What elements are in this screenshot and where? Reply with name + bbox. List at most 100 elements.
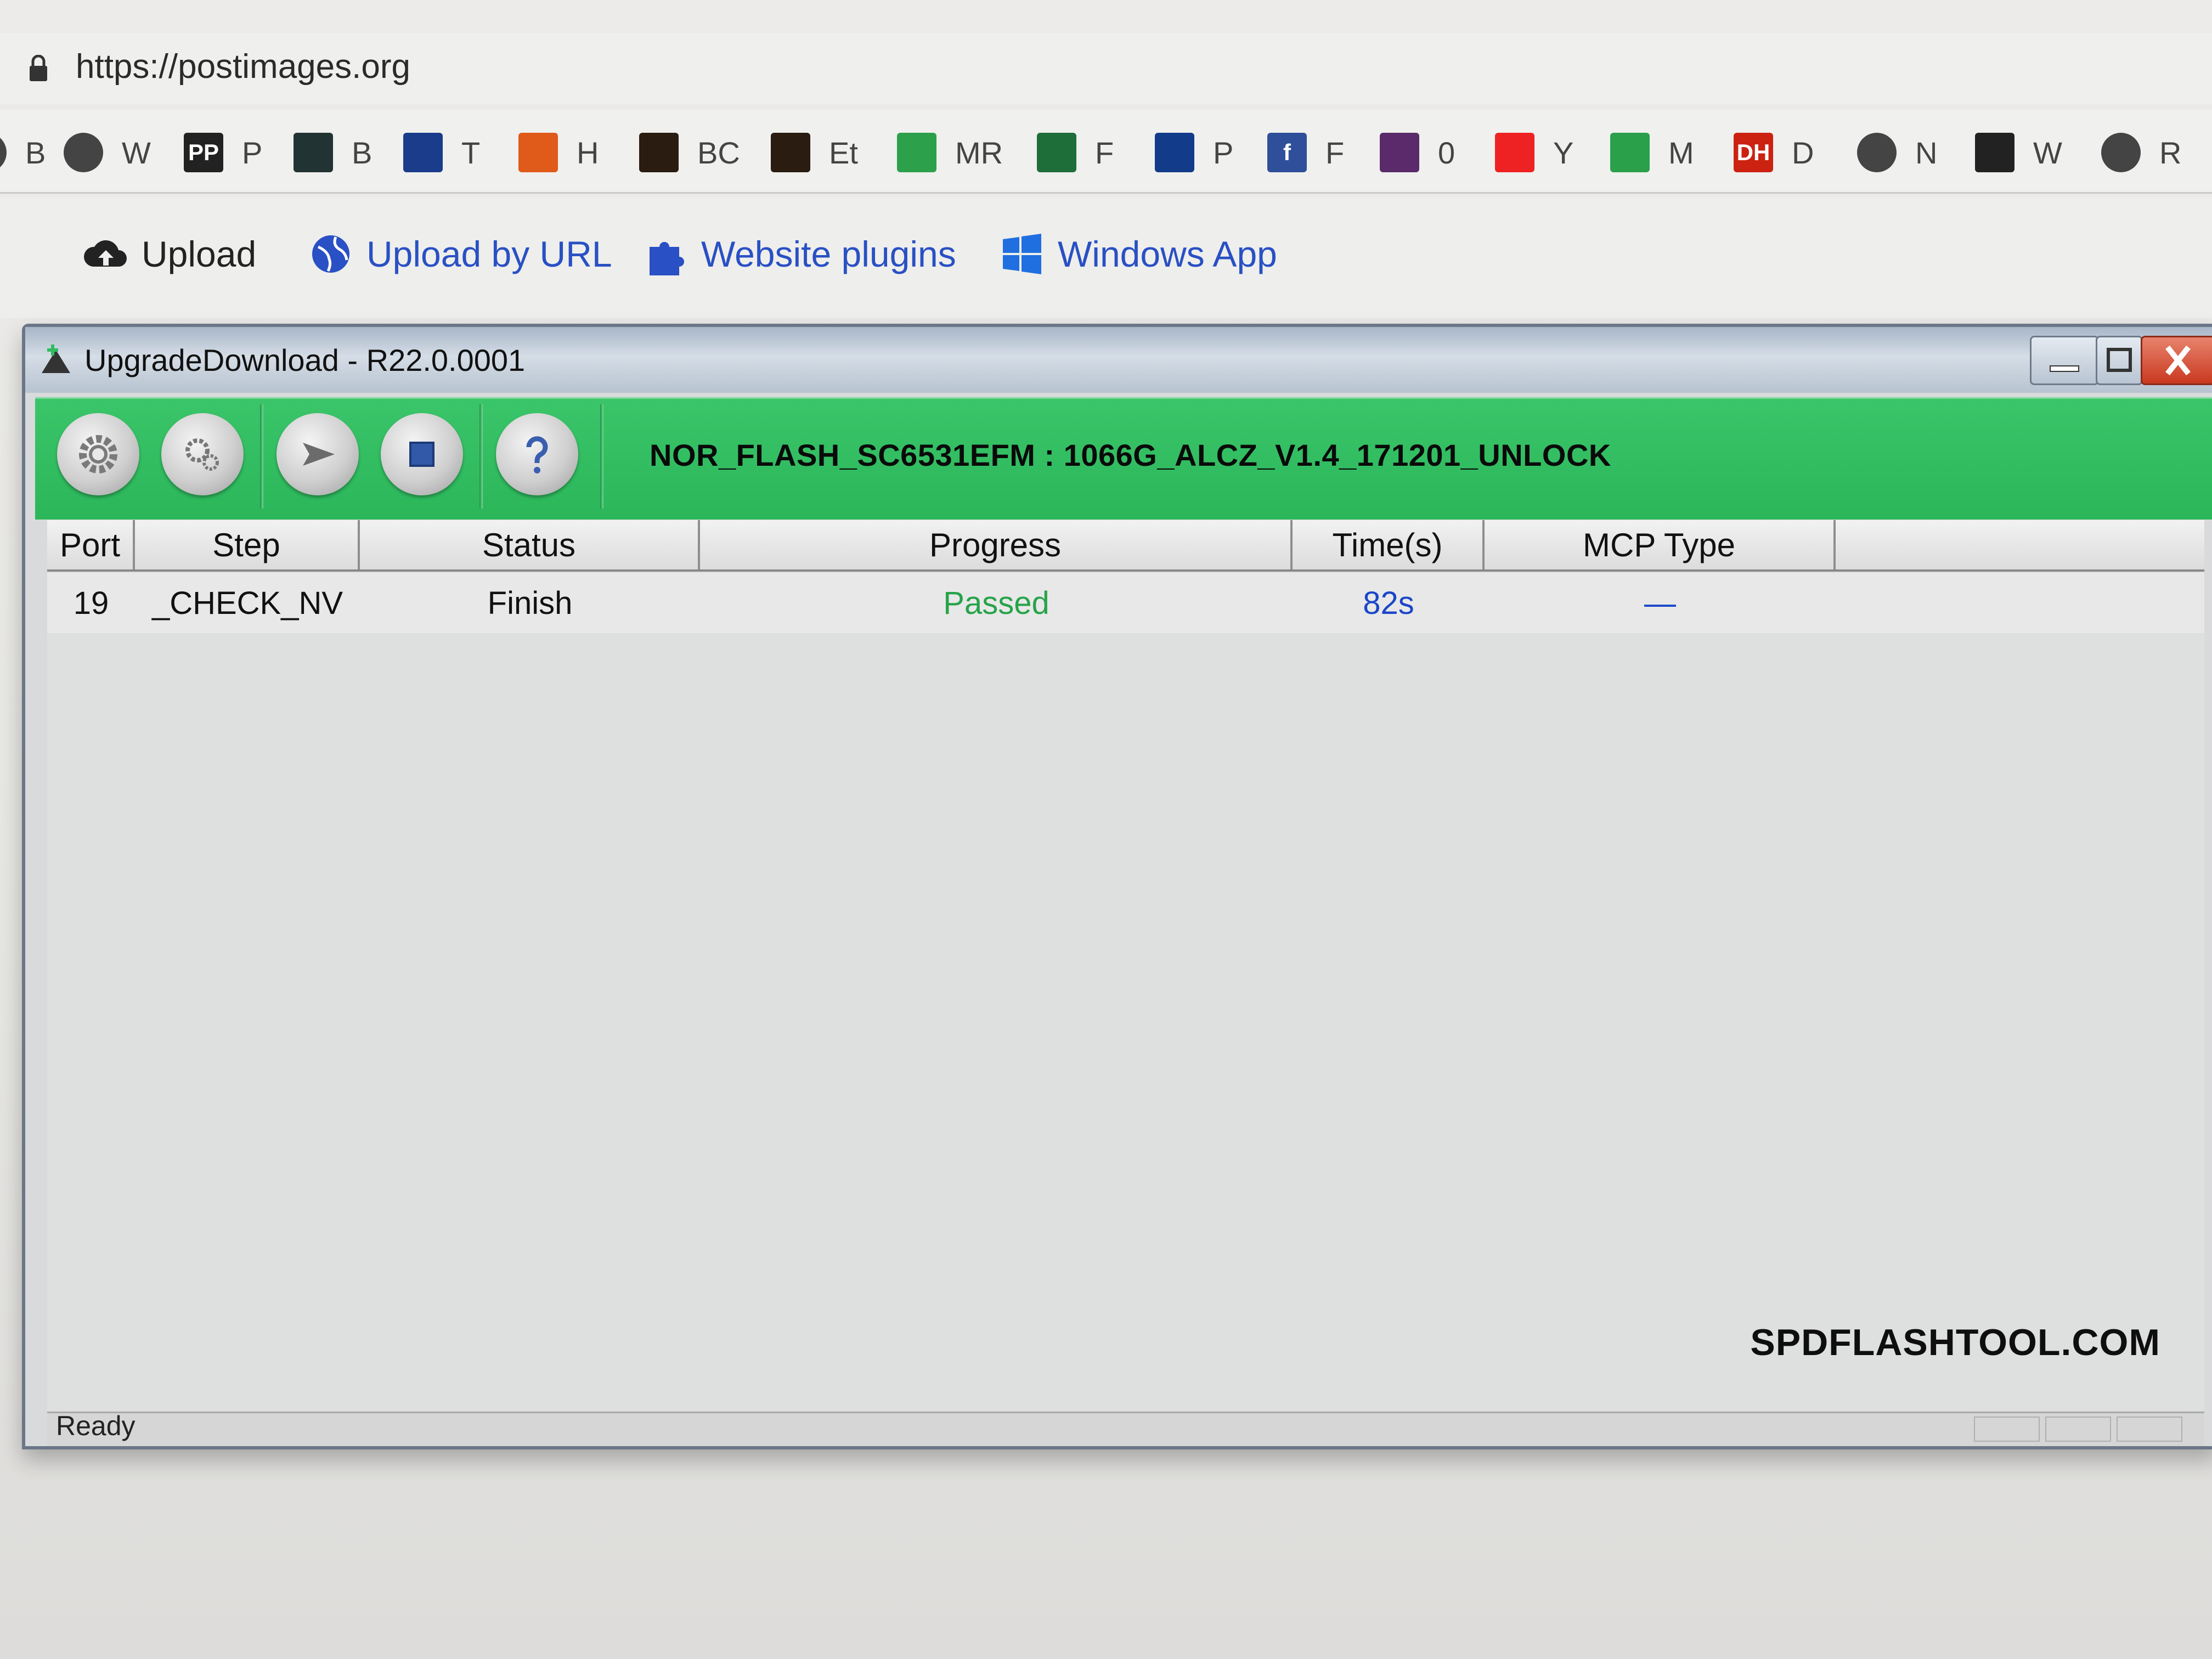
column-header-mcp-type[interactable]: MCP Type (1485, 520, 1836, 569)
settings-button[interactable] (57, 413, 139, 495)
bookmark-label: Et (829, 135, 858, 170)
cloud-upload-icon (83, 240, 127, 267)
bookmark-item[interactable]: R (2101, 131, 2181, 174)
toolbar-separator (479, 404, 483, 509)
column-header-status[interactable]: Status (360, 520, 700, 569)
screen: https://postimages.org B W PP P B T H BC Et MR F Pf… (0, 0, 2212, 1659)
bookmark-item[interactable]: W (1975, 131, 2062, 174)
dh-icon: DH (1734, 133, 1773, 172)
bookmark-item[interactable]: MR (897, 131, 1003, 174)
toolbar-separator (260, 404, 263, 509)
nav-upload[interactable]: Upload (82, 230, 256, 278)
globe-link-icon (312, 235, 349, 273)
tool-grid-icon (771, 133, 810, 172)
bookmark-item[interactable]: PP P (184, 131, 262, 174)
phone-circle-icon (1380, 133, 1419, 172)
upgrade-download-window: UpgradeDownload - R22.0.0001 NOR_FLASH_S… (22, 324, 2212, 1449)
bookmark-item[interactable]: T (403, 131, 480, 174)
column-header-port[interactable]: Port (47, 520, 135, 569)
maximize-icon (2107, 348, 2132, 372)
bookmark-item[interactable]: 0 (1380, 131, 1455, 174)
column-header-step[interactable]: Step (135, 520, 360, 569)
bookmark-item[interactable]: Y (1495, 131, 1573, 174)
toolbar: NOR_FLASH_SC6531EFM : 1066G_ALCZ_V1.4_17… (35, 397, 2212, 520)
cell-time: 82s (1363, 585, 1414, 621)
start-button[interactable] (276, 413, 359, 495)
port-status-grid: Port Step Status Progress Time(s) MCP Ty… (47, 520, 2204, 1413)
bookmark-label: MR (955, 135, 1003, 170)
bookmark-item[interactable]: DH D (1734, 131, 1814, 174)
nav-upload-by-url-label: Upload by URL (366, 234, 612, 274)
toolbar-separator (600, 404, 603, 509)
nav-windows-app[interactable]: Windows App (998, 230, 1277, 278)
options-button[interactable] (161, 413, 244, 495)
nav-upload-label: Upload (142, 234, 257, 274)
bookmark-label: B (25, 135, 46, 170)
column-header-time[interactable]: Time(s) (1293, 520, 1485, 569)
column-header-progress[interactable]: Progress (700, 520, 1293, 569)
bookmark-item[interactable]: Et (771, 131, 858, 174)
cell-port: 19 (73, 585, 109, 621)
bookmark-item[interactable]: B (0, 131, 46, 174)
window-title: UpgradeDownload - R22.0.0001 (84, 343, 526, 377)
bookmark-item[interactable]: P (1155, 131, 1233, 174)
bookmark-label: Y (1553, 135, 1574, 170)
gears-icon (185, 438, 219, 471)
bookmarks-bar: B W PP P B T H BC Et MR F Pf F 0 Y M DH D N W R (0, 110, 2212, 194)
stop-icon (409, 442, 435, 467)
cell-status: Finish (487, 585, 573, 621)
bookmark-item[interactable]: N (1857, 131, 1937, 174)
status-pane (2117, 1417, 2182, 1442)
bookmark-item[interactable]: M (1610, 131, 1694, 174)
flash-config-info: NOR_FLASH_SC6531EFM : 1066G_ALCZ_V1.4_17… (650, 438, 1611, 472)
bookmark-item[interactable]: F (1037, 131, 1114, 174)
close-button[interactable] (2141, 336, 2212, 385)
flame-icon (518, 133, 558, 172)
tool-grid-icon (639, 133, 679, 172)
site-navigation: Upload Upload by URL Website plugins Win… (0, 198, 2212, 318)
help-button[interactable] (496, 413, 578, 495)
maximize-button[interactable] (2096, 336, 2143, 385)
status-pane (1974, 1417, 2040, 1442)
table-row[interactable]: 19 _CHECK_NV Finish Passed 82s — (47, 573, 2204, 633)
bookmark-label: BC (697, 135, 740, 170)
minimize-icon (2050, 365, 2079, 372)
cell-progress: Passed (943, 585, 1049, 621)
blue-box-icon (403, 133, 443, 172)
browser-address-bar[interactable]: https://postimages.org (0, 33, 2212, 104)
bookmark-item[interactable]: BC (639, 131, 740, 174)
cell-mcp-type: — (1644, 585, 1676, 621)
globe-icon (1857, 133, 1897, 172)
robot-icon (1975, 133, 2015, 172)
stop-button[interactable] (381, 413, 463, 495)
minimize-button[interactable] (2030, 336, 2099, 385)
bookmark-label: H (577, 135, 599, 170)
bookmark-label: F (1325, 135, 1345, 170)
pp-icon: PP (184, 133, 223, 172)
windows-logo-icon (1003, 234, 1041, 274)
bookmark-label: P (1213, 135, 1234, 170)
bookmark-item[interactable]: H (518, 131, 599, 174)
globe-icon (2101, 133, 2141, 172)
bookmark-item[interactable]: B (294, 131, 372, 174)
cell-step: _CHECK_NV (151, 585, 343, 621)
nav-upload-by-url[interactable]: Upload by URL (307, 230, 612, 278)
bookmark-item[interactable]: fF (1267, 131, 1344, 174)
bookmark-item[interactable]: W (64, 131, 151, 174)
help-icon (526, 436, 548, 473)
nav-windows-app-label: Windows App (1058, 234, 1277, 274)
bookmark-label: 0 (1438, 135, 1455, 170)
bookmark-label: P (242, 135, 263, 170)
window-titlebar[interactable]: UpgradeDownload - R22.0.0001 (25, 327, 2212, 393)
watermark-text: SPDFLASHTOOL.COM (1750, 1322, 2160, 1363)
facebook-icon: f (1267, 133, 1307, 172)
bookmark-label: W (122, 135, 151, 170)
puzzle-icon (650, 242, 684, 275)
url-text[interactable]: https://postimages.org (76, 47, 410, 86)
globe-icon (0, 133, 7, 172)
globe-icon (64, 133, 103, 172)
status-pane (2045, 1417, 2111, 1442)
nav-website-plugins-label: Website plugins (701, 234, 956, 274)
cross-grid-icon (294, 133, 333, 172)
nav-website-plugins[interactable]: Website plugins (642, 230, 956, 278)
